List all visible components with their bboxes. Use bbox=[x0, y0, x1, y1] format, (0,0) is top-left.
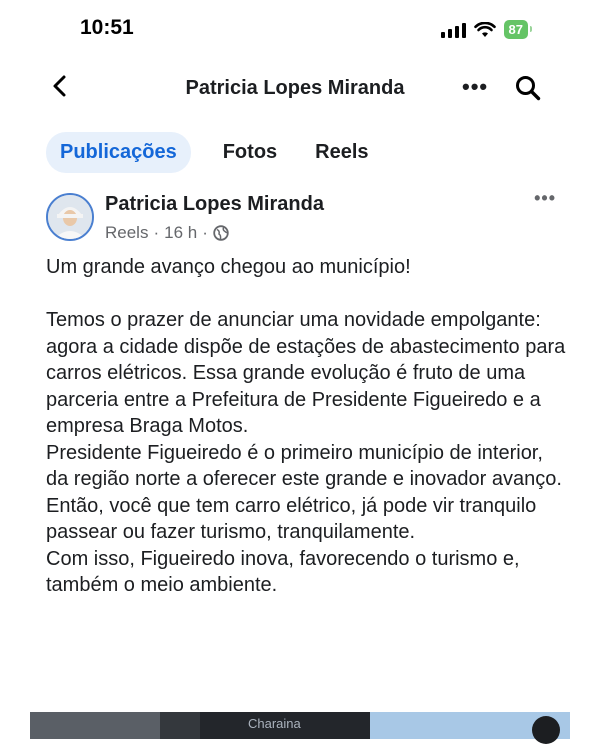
media-thumbnail bbox=[370, 712, 570, 744]
status-bar: 10:51 87 bbox=[0, 0, 600, 58]
tab-publicacoes[interactable]: Publicações bbox=[46, 132, 191, 173]
clock: 10:51 bbox=[80, 16, 134, 39]
post-paragraph: Presidente Figueiredo é o primeiro munic… bbox=[46, 441, 562, 491]
more-options-icon[interactable]: ••• bbox=[462, 74, 488, 100]
meta-separator: · bbox=[153, 223, 160, 242]
post-options-icon[interactable]: ••• bbox=[534, 188, 556, 209]
post-paragraph: Temos o prazer de anunciar uma novidade … bbox=[46, 309, 566, 437]
post-meta: Reels · 16 h · bbox=[105, 223, 229, 243]
tab-reels[interactable]: Reels bbox=[301, 132, 382, 173]
battery-indicator: 87 bbox=[503, 20, 533, 39]
avatar[interactable] bbox=[46, 193, 94, 241]
status-icons: 87 bbox=[440, 20, 533, 39]
media-thumbnail bbox=[160, 712, 200, 739]
media-thumbnail bbox=[30, 712, 160, 739]
post-paragraph: Com isso, Figueiredo inova, favorecendo … bbox=[46, 547, 520, 597]
search-icon[interactable] bbox=[514, 74, 542, 102]
media-thumbnail: Charaina bbox=[200, 712, 370, 739]
media-caption: Charaina bbox=[248, 716, 301, 731]
post-paragraph: Um grande avanço chegou ao município! bbox=[46, 256, 411, 278]
profile-tabs: Publicações Fotos Reels bbox=[46, 132, 383, 173]
post-author[interactable]: Patricia Lopes Miranda bbox=[105, 193, 324, 216]
post-source: Reels bbox=[105, 223, 149, 242]
page-title: Patricia Lopes Miranda bbox=[185, 77, 405, 99]
globe-icon bbox=[213, 225, 229, 241]
post-media[interactable]: Charaina bbox=[30, 712, 570, 744]
meta-separator: · bbox=[202, 223, 208, 242]
post-body: Um grande avanço chegou ao município! Te… bbox=[46, 254, 566, 599]
profile-header: Patricia Lopes Miranda ••• bbox=[0, 62, 600, 114]
post-paragraph: Então, você que tem carro elétrico, já p… bbox=[46, 494, 537, 544]
post-time[interactable]: 16 h bbox=[164, 223, 197, 243]
profile-photo-icon bbox=[48, 195, 92, 239]
media-action-icon[interactable] bbox=[532, 716, 560, 744]
signal-icon bbox=[440, 22, 466, 38]
tab-fotos[interactable]: Fotos bbox=[209, 132, 291, 173]
wifi-icon bbox=[473, 21, 496, 37]
post-header: Patricia Lopes Miranda Reels · 16 h · ••… bbox=[46, 188, 556, 244]
